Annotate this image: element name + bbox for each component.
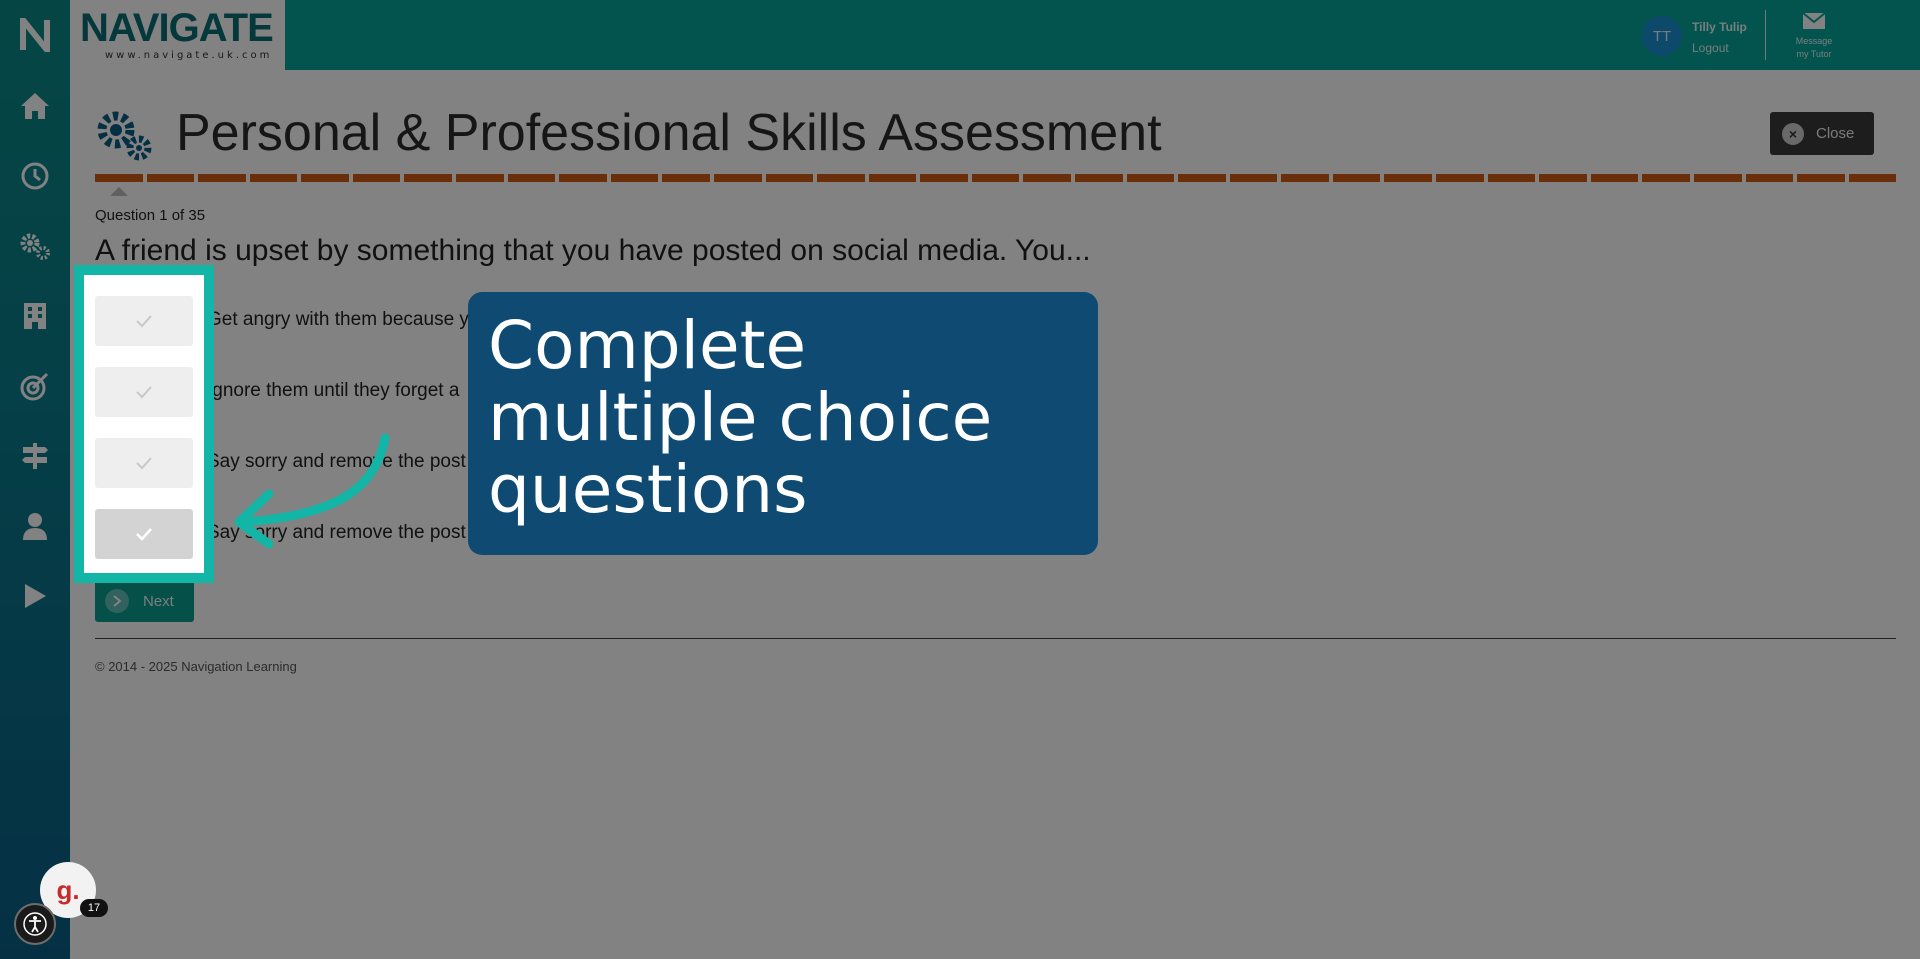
checkmark-icon — [136, 528, 152, 541]
checkmark-icon — [136, 386, 152, 399]
checkmark-icon — [136, 315, 152, 328]
accessibility-icon[interactable] — [14, 903, 56, 945]
answer-checkbox-3[interactable] — [95, 438, 193, 488]
answer-checkbox-4[interactable] — [95, 509, 193, 559]
g-letter: g. — [56, 874, 80, 905]
answer-checkbox-2[interactable] — [95, 367, 193, 417]
notification-count-badge: 17 — [80, 899, 108, 917]
callout-text: Complete multiple choice questions — [488, 307, 993, 528]
answer-checkbox-1[interactable] — [95, 296, 193, 346]
checkmark-icon — [136, 457, 152, 470]
pointer-arrow-icon — [225, 430, 395, 550]
tutorial-callout: Complete multiple choice questions — [468, 292, 1098, 555]
